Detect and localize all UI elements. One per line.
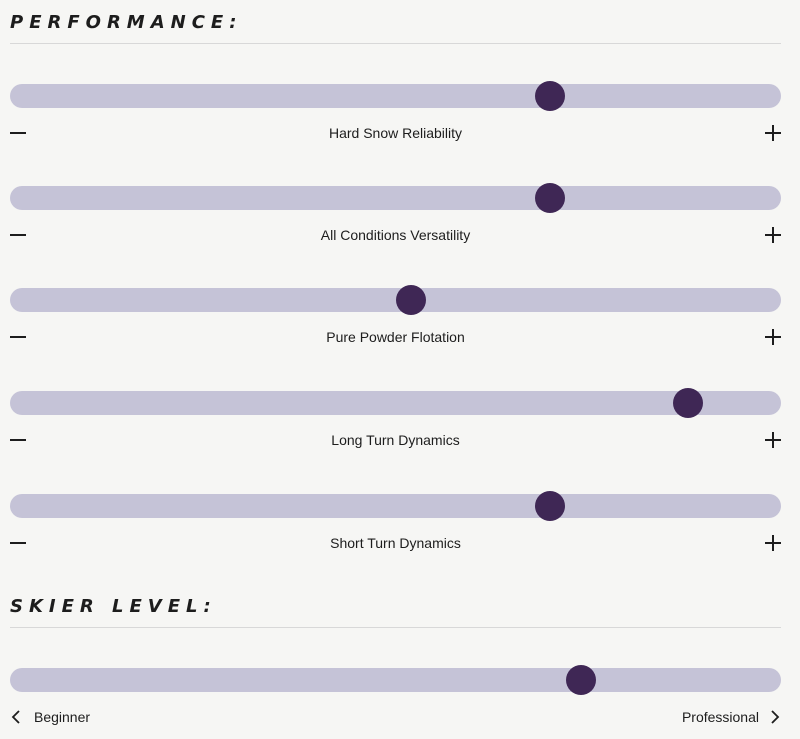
slider-short-turn-dynamics: Short Turn Dynamics <box>10 491 781 574</box>
plus-icon[interactable] <box>765 535 781 551</box>
slider-track[interactable] <box>10 183 781 213</box>
slider-label: Long Turn Dynamics <box>331 432 460 448</box>
ski-filter-panel: PERFORMANCE: Hard Snow Reliability All C… <box>0 0 800 739</box>
slider-long-turn-dynamics: Long Turn Dynamics <box>10 388 781 471</box>
skier-level-heading: SKIER LEVEL: <box>10 596 217 617</box>
skier-level-divider <box>10 627 781 628</box>
slider-thumb[interactable] <box>534 491 565 521</box>
performance-heading: PERFORMANCE: <box>10 12 243 33</box>
slider-pure-powder-flotation: Pure Powder Flotation <box>10 285 781 368</box>
plus-icon[interactable] <box>765 329 781 345</box>
slider-thumb[interactable] <box>534 183 565 213</box>
slider-all-conditions-versatility: All Conditions Versatility <box>10 183 781 266</box>
slider-track[interactable] <box>10 285 781 315</box>
beginner-button[interactable]: Beginner <box>10 708 90 726</box>
slider-thumb[interactable] <box>565 665 596 695</box>
slider-thumb[interactable] <box>395 285 426 315</box>
slider-track[interactable] <box>10 491 781 521</box>
slider-hard-snow-reliability: Hard Snow Reliability <box>10 81 781 164</box>
slider-thumb[interactable] <box>534 81 565 111</box>
plus-icon[interactable] <box>765 125 781 141</box>
plus-icon[interactable] <box>765 432 781 448</box>
chevron-left-icon <box>11 710 20 724</box>
slider-label: All Conditions Versatility <box>320 227 471 243</box>
performance-divider <box>10 43 781 44</box>
slider-skier-level: Beginner Professional <box>10 665 781 739</box>
professional-label: Professional <box>681 709 759 725</box>
slider-track[interactable] <box>10 665 781 695</box>
beginner-label: Beginner <box>34 709 91 725</box>
slider-label: Short Turn Dynamics <box>330 535 461 551</box>
plus-icon[interactable] <box>765 227 781 243</box>
slider-label: Pure Powder Flotation <box>326 329 465 345</box>
slider-track[interactable] <box>10 81 781 111</box>
chevron-right-icon <box>771 710 780 724</box>
slider-label: Hard Snow Reliability <box>328 125 463 141</box>
professional-button[interactable]: Professional <box>682 708 781 726</box>
slider-thumb[interactable] <box>673 388 704 418</box>
slider-track[interactable] <box>10 388 781 418</box>
